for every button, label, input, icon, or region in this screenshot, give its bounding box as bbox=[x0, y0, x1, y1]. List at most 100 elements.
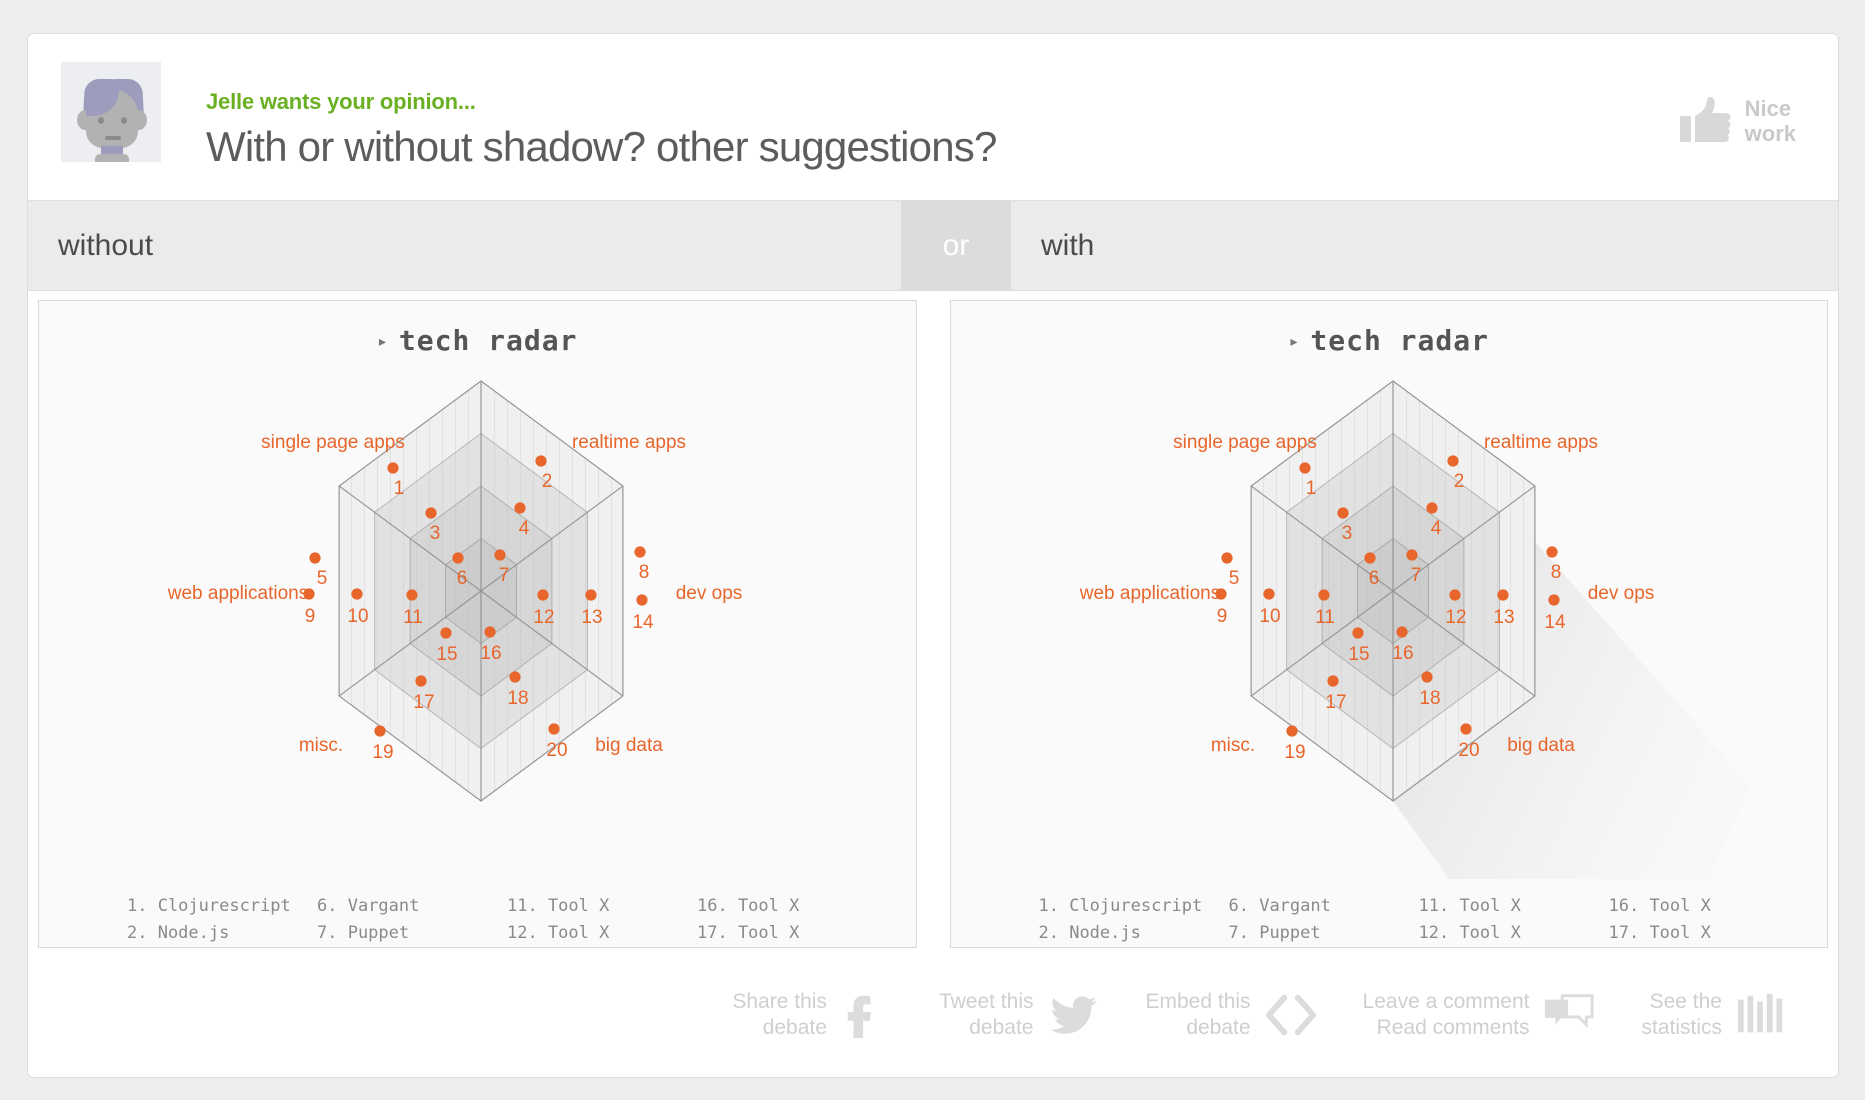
svg-text:8: 8 bbox=[1550, 562, 1561, 583]
footer-action-bar-chart[interactable]: See the statistics bbox=[1641, 989, 1788, 1041]
svg-text:16: 16 bbox=[480, 643, 501, 664]
option-panel-with-shadow[interactable]: ▸ tech radar realtime apps dev ops big data… bbox=[949, 300, 1828, 948]
legend-item: 12. Tool X bbox=[1418, 923, 1521, 943]
radar-point-9[interactable]: 9 bbox=[303, 588, 315, 627]
options-container: ▸ tech radar realtime apps dev ops big data… bbox=[28, 291, 1838, 953]
legend-item: 17. Tool X bbox=[697, 923, 800, 943]
radar-axis-label: single page apps bbox=[1173, 432, 1317, 453]
debate-kicker: Jelle wants your opinion... bbox=[206, 89, 476, 114]
chart-title-left: ▸ tech radar bbox=[39, 324, 916, 357]
footer-action-twitter[interactable]: Tweet this debate bbox=[939, 989, 1100, 1041]
avatar-body bbox=[95, 154, 129, 162]
legend-item: 1. Clojurescript bbox=[1038, 896, 1203, 916]
svg-text:5: 5 bbox=[317, 568, 328, 589]
legend-item: 2. Node.js bbox=[1038, 923, 1141, 943]
radar-axis-label: big data bbox=[595, 735, 663, 756]
svg-text:9: 9 bbox=[1216, 606, 1227, 627]
svg-text:6: 6 bbox=[1368, 568, 1379, 589]
svg-text:1: 1 bbox=[1305, 478, 1316, 499]
legend-row: 2. Node.js 7. Puppet 12. Tool X 17. Tool X bbox=[1039, 920, 1799, 947]
nice-work-label: Nice work bbox=[1744, 96, 1796, 146]
svg-text:13: 13 bbox=[581, 607, 602, 628]
choice-bar: without or with bbox=[28, 201, 1838, 291]
choice-right-label: with bbox=[1041, 228, 1095, 262]
chart-legend-right: 1. Clojurescript 6. Vargant 11. Tool X 16. … bbox=[1039, 893, 1799, 947]
debate-card: Jelle wants your opinion... With or with… bbox=[27, 33, 1839, 1078]
radar-axis-label: realtime apps bbox=[1483, 432, 1597, 453]
radar-axis-label: dev ops bbox=[676, 583, 743, 604]
legend-item: 17. Tool X bbox=[1608, 923, 1711, 943]
svg-text:11: 11 bbox=[1315, 607, 1335, 628]
legend-item: 6. Vargant bbox=[1228, 896, 1331, 916]
radar-axis-label: misc. bbox=[299, 735, 343, 756]
svg-text:5: 5 bbox=[1228, 568, 1239, 589]
radar-axis-label: web applications bbox=[1078, 583, 1219, 604]
avatar-mouth bbox=[105, 136, 121, 140]
svg-text:12: 12 bbox=[1445, 607, 1466, 628]
svg-text:19: 19 bbox=[1284, 742, 1305, 763]
legend-item: 11. Tool X bbox=[507, 896, 610, 916]
legend-item: 7. Puppet bbox=[317, 923, 410, 943]
chart-legend-left: 1. Clojurescript 6. Vargant 11. Tool X 16. … bbox=[127, 893, 887, 947]
svg-text:20: 20 bbox=[546, 740, 567, 761]
svg-text:10: 10 bbox=[1259, 606, 1280, 627]
choice-or-label: or bbox=[942, 228, 970, 262]
svg-text:20: 20 bbox=[1458, 740, 1479, 761]
legend-item: 1. Clojurescript bbox=[127, 896, 291, 916]
svg-text:4: 4 bbox=[1430, 518, 1441, 539]
svg-text:15: 15 bbox=[1348, 644, 1369, 665]
legend-item: 16. Tool X bbox=[697, 896, 800, 916]
svg-text:4: 4 bbox=[519, 518, 530, 539]
header-text-block: Jelle wants your opinion... With or with… bbox=[206, 89, 997, 173]
svg-text:19: 19 bbox=[372, 742, 393, 763]
svg-text:6: 6 bbox=[457, 568, 468, 589]
avatar bbox=[61, 62, 161, 162]
radar-point-5[interactable]: 5 bbox=[1220, 552, 1239, 589]
choice-option-with[interactable]: with bbox=[1011, 201, 1838, 290]
legend-item: 11. Tool X bbox=[1418, 896, 1521, 916]
chart-title-text-left: tech radar bbox=[398, 324, 578, 357]
svg-text:7: 7 bbox=[1410, 565, 1421, 586]
svg-text:2: 2 bbox=[542, 471, 553, 492]
footer-action-label: See the statistics bbox=[1641, 990, 1722, 1039]
debate-header: Jelle wants your opinion... With or with… bbox=[28, 34, 1838, 201]
svg-text:3: 3 bbox=[1341, 523, 1352, 544]
svg-text:3: 3 bbox=[430, 523, 441, 544]
comments-icon bbox=[1545, 994, 1595, 1029]
radar-chart-left: realtime apps dev ops big data misc. web app… bbox=[39, 359, 916, 879]
svg-text:14: 14 bbox=[1544, 612, 1566, 633]
footer-action-code-brackets[interactable]: Embed this debate bbox=[1145, 989, 1316, 1041]
svg-text:18: 18 bbox=[1419, 688, 1440, 709]
legend-row: 2. Node.js 7. Puppet 12. Tool X 17. Tool X bbox=[127, 920, 887, 947]
svg-text:1: 1 bbox=[394, 478, 405, 499]
radar-axis-label: big data bbox=[1507, 735, 1575, 756]
radar-point-14[interactable]: 14 bbox=[632, 594, 654, 633]
footer-action-comments[interactable]: Leave a comment Read comments bbox=[1363, 989, 1596, 1041]
legend-item: 6. Vargant bbox=[317, 896, 420, 916]
footer-action-facebook[interactable]: Share this debate bbox=[732, 989, 893, 1041]
radar-point-8[interactable]: 8 bbox=[634, 546, 649, 583]
footer-action-label: Tweet this debate bbox=[938, 990, 1034, 1039]
svg-text:18: 18 bbox=[507, 688, 528, 709]
legend-item: 7. Puppet bbox=[1228, 923, 1321, 943]
choice-option-without[interactable]: without bbox=[28, 201, 901, 290]
radar-chart-right: realtime apps dev ops big data misc. web app… bbox=[951, 359, 1828, 879]
legend-item: 16. Tool X bbox=[1608, 896, 1711, 916]
radar-point-9[interactable]: 9 bbox=[1214, 588, 1227, 627]
svg-text:8: 8 bbox=[639, 562, 650, 583]
svg-text:15: 15 bbox=[436, 644, 457, 665]
avatar-eye-left bbox=[98, 117, 104, 124]
radar-point-5[interactable]: 5 bbox=[309, 552, 327, 589]
svg-text:12: 12 bbox=[533, 607, 554, 628]
debate-footer: Share this debate Tweet this debate Embed … bbox=[28, 953, 1838, 1077]
option-panel-without-shadow[interactable]: ▸ tech radar realtime apps dev ops big data… bbox=[38, 300, 917, 948]
radar-axis-label: misc. bbox=[1210, 735, 1254, 756]
svg-text:9: 9 bbox=[305, 606, 316, 627]
footer-action-label: Embed this debate bbox=[1145, 990, 1251, 1039]
svg-text:16: 16 bbox=[1392, 643, 1413, 664]
chart-caret-icon: ▸ bbox=[1288, 331, 1301, 352]
radar-axis-label: realtime apps bbox=[572, 432, 686, 453]
svg-text:13: 13 bbox=[1493, 607, 1514, 628]
nice-work-button[interactable]: Nice work bbox=[1679, 96, 1796, 146]
footer-action-label: Leave a comment Read comments bbox=[1362, 990, 1530, 1039]
